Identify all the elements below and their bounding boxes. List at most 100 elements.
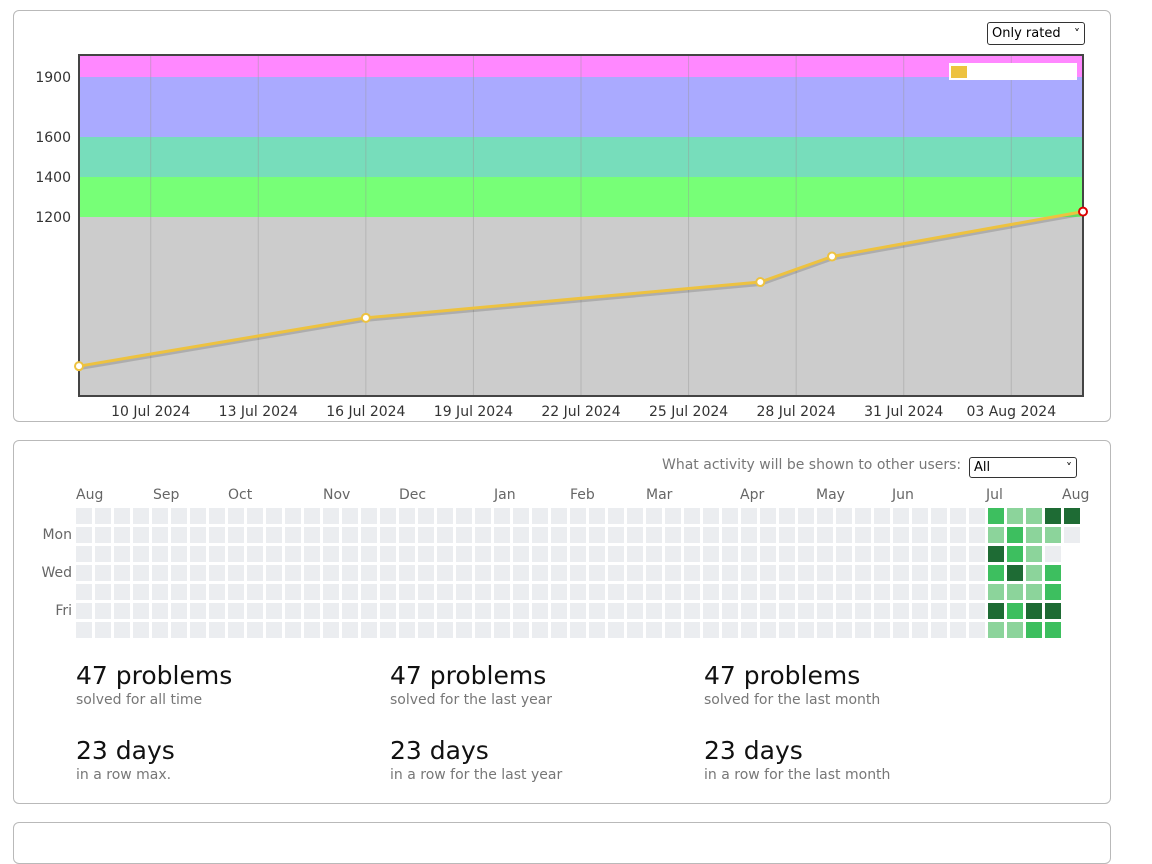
- activity-cell[interactable]: [817, 565, 833, 581]
- activity-cell[interactable]: [437, 603, 453, 619]
- activity-cell[interactable]: [741, 508, 757, 524]
- activity-cell[interactable]: [209, 527, 225, 543]
- activity-cell[interactable]: [570, 584, 586, 600]
- activity-cell[interactable]: [247, 622, 263, 638]
- activity-cell[interactable]: [380, 565, 396, 581]
- activity-cell[interactable]: [798, 508, 814, 524]
- activity-cell[interactable]: [304, 565, 320, 581]
- activity-cell[interactable]: [836, 584, 852, 600]
- activity-cell[interactable]: [722, 622, 738, 638]
- activity-cell[interactable]: [76, 603, 92, 619]
- activity-cell[interactable]: [608, 508, 624, 524]
- activity-cell[interactable]: [171, 584, 187, 600]
- activity-cell[interactable]: [589, 565, 605, 581]
- activity-cell[interactable]: [1064, 508, 1080, 524]
- activity-cell[interactable]: [874, 508, 890, 524]
- activity-cell[interactable]: [836, 603, 852, 619]
- activity-cell[interactable]: [779, 565, 795, 581]
- activity-cell[interactable]: [361, 622, 377, 638]
- activity-cell[interactable]: [152, 565, 168, 581]
- activity-cell[interactable]: [589, 622, 605, 638]
- activity-cell[interactable]: [627, 546, 643, 562]
- activity-cell[interactable]: [931, 603, 947, 619]
- activity-cell[interactable]: [912, 584, 928, 600]
- activity-cell[interactable]: [874, 527, 890, 543]
- activity-cell[interactable]: [209, 508, 225, 524]
- activity-cell[interactable]: [513, 603, 529, 619]
- activity-cell[interactable]: [912, 565, 928, 581]
- activity-cell[interactable]: [152, 527, 168, 543]
- activity-cell[interactable]: [988, 546, 1004, 562]
- activity-cell[interactable]: [684, 622, 700, 638]
- activity-cell[interactable]: [513, 622, 529, 638]
- activity-cell[interactable]: [551, 508, 567, 524]
- activity-cell[interactable]: [361, 565, 377, 581]
- activity-cell[interactable]: [456, 527, 472, 543]
- activity-cell[interactable]: [703, 508, 719, 524]
- activity-cell[interactable]: [551, 584, 567, 600]
- activity-cell[interactable]: [152, 584, 168, 600]
- activity-cell[interactable]: [114, 508, 130, 524]
- activity-cell[interactable]: [437, 527, 453, 543]
- activity-cell[interactable]: [266, 584, 282, 600]
- activity-cell[interactable]: [912, 508, 928, 524]
- activity-cell[interactable]: [190, 508, 206, 524]
- activity-cell[interactable]: [570, 565, 586, 581]
- activity-cell[interactable]: [551, 546, 567, 562]
- activity-cell[interactable]: [703, 546, 719, 562]
- activity-cell[interactable]: [532, 603, 548, 619]
- activity-cell[interactable]: [1007, 527, 1023, 543]
- activity-cell[interactable]: [988, 565, 1004, 581]
- activity-cell[interactable]: [418, 622, 434, 638]
- activity-cell[interactable]: [247, 546, 263, 562]
- activity-cell[interactable]: [589, 584, 605, 600]
- activity-cell[interactable]: [285, 584, 301, 600]
- activity-cell[interactable]: [874, 584, 890, 600]
- activity-cell[interactable]: [513, 565, 529, 581]
- activity-cell[interactable]: [266, 622, 282, 638]
- activity-cell[interactable]: [475, 622, 491, 638]
- activity-cell[interactable]: [114, 622, 130, 638]
- activity-cell[interactable]: [228, 622, 244, 638]
- activity-cell[interactable]: [304, 527, 320, 543]
- activity-cell[interactable]: [95, 584, 111, 600]
- activity-cell[interactable]: [323, 508, 339, 524]
- activity-cell[interactable]: [1007, 584, 1023, 600]
- activity-cell[interactable]: [494, 546, 510, 562]
- activity-cell[interactable]: [722, 508, 738, 524]
- activity-cell[interactable]: [266, 546, 282, 562]
- activity-cell[interactable]: [513, 584, 529, 600]
- activity-cell[interactable]: [627, 527, 643, 543]
- activity-cell[interactable]: [798, 584, 814, 600]
- activity-cell[interactable]: [323, 622, 339, 638]
- activity-cell[interactable]: [779, 527, 795, 543]
- activity-cell[interactable]: [874, 546, 890, 562]
- activity-cell[interactable]: [247, 603, 263, 619]
- activity-cell[interactable]: [893, 546, 909, 562]
- activity-cell[interactable]: [304, 546, 320, 562]
- activity-cell[interactable]: [608, 565, 624, 581]
- rating-point[interactable]: [360, 312, 371, 323]
- activity-cell[interactable]: [171, 622, 187, 638]
- activity-cell[interactable]: [817, 546, 833, 562]
- activity-cell[interactable]: [342, 527, 358, 543]
- activity-cell[interactable]: [133, 508, 149, 524]
- activity-cell[interactable]: [95, 508, 111, 524]
- activity-cell[interactable]: [1026, 565, 1042, 581]
- activity-cell[interactable]: [190, 546, 206, 562]
- activity-cell[interactable]: [114, 584, 130, 600]
- activity-cell[interactable]: [475, 508, 491, 524]
- activity-cell[interactable]: [931, 508, 947, 524]
- activity-cell[interactable]: [950, 584, 966, 600]
- activity-cell[interactable]: [931, 584, 947, 600]
- activity-cell[interactable]: [513, 527, 529, 543]
- activity-cell[interactable]: [171, 508, 187, 524]
- activity-cell[interactable]: [760, 565, 776, 581]
- activity-cell[interactable]: [285, 603, 301, 619]
- activity-cell[interactable]: [228, 546, 244, 562]
- activity-cell[interactable]: [760, 527, 776, 543]
- activity-cell[interactable]: [399, 565, 415, 581]
- activity-cell[interactable]: [646, 622, 662, 638]
- activity-cell[interactable]: [418, 565, 434, 581]
- activity-cell[interactable]: [133, 584, 149, 600]
